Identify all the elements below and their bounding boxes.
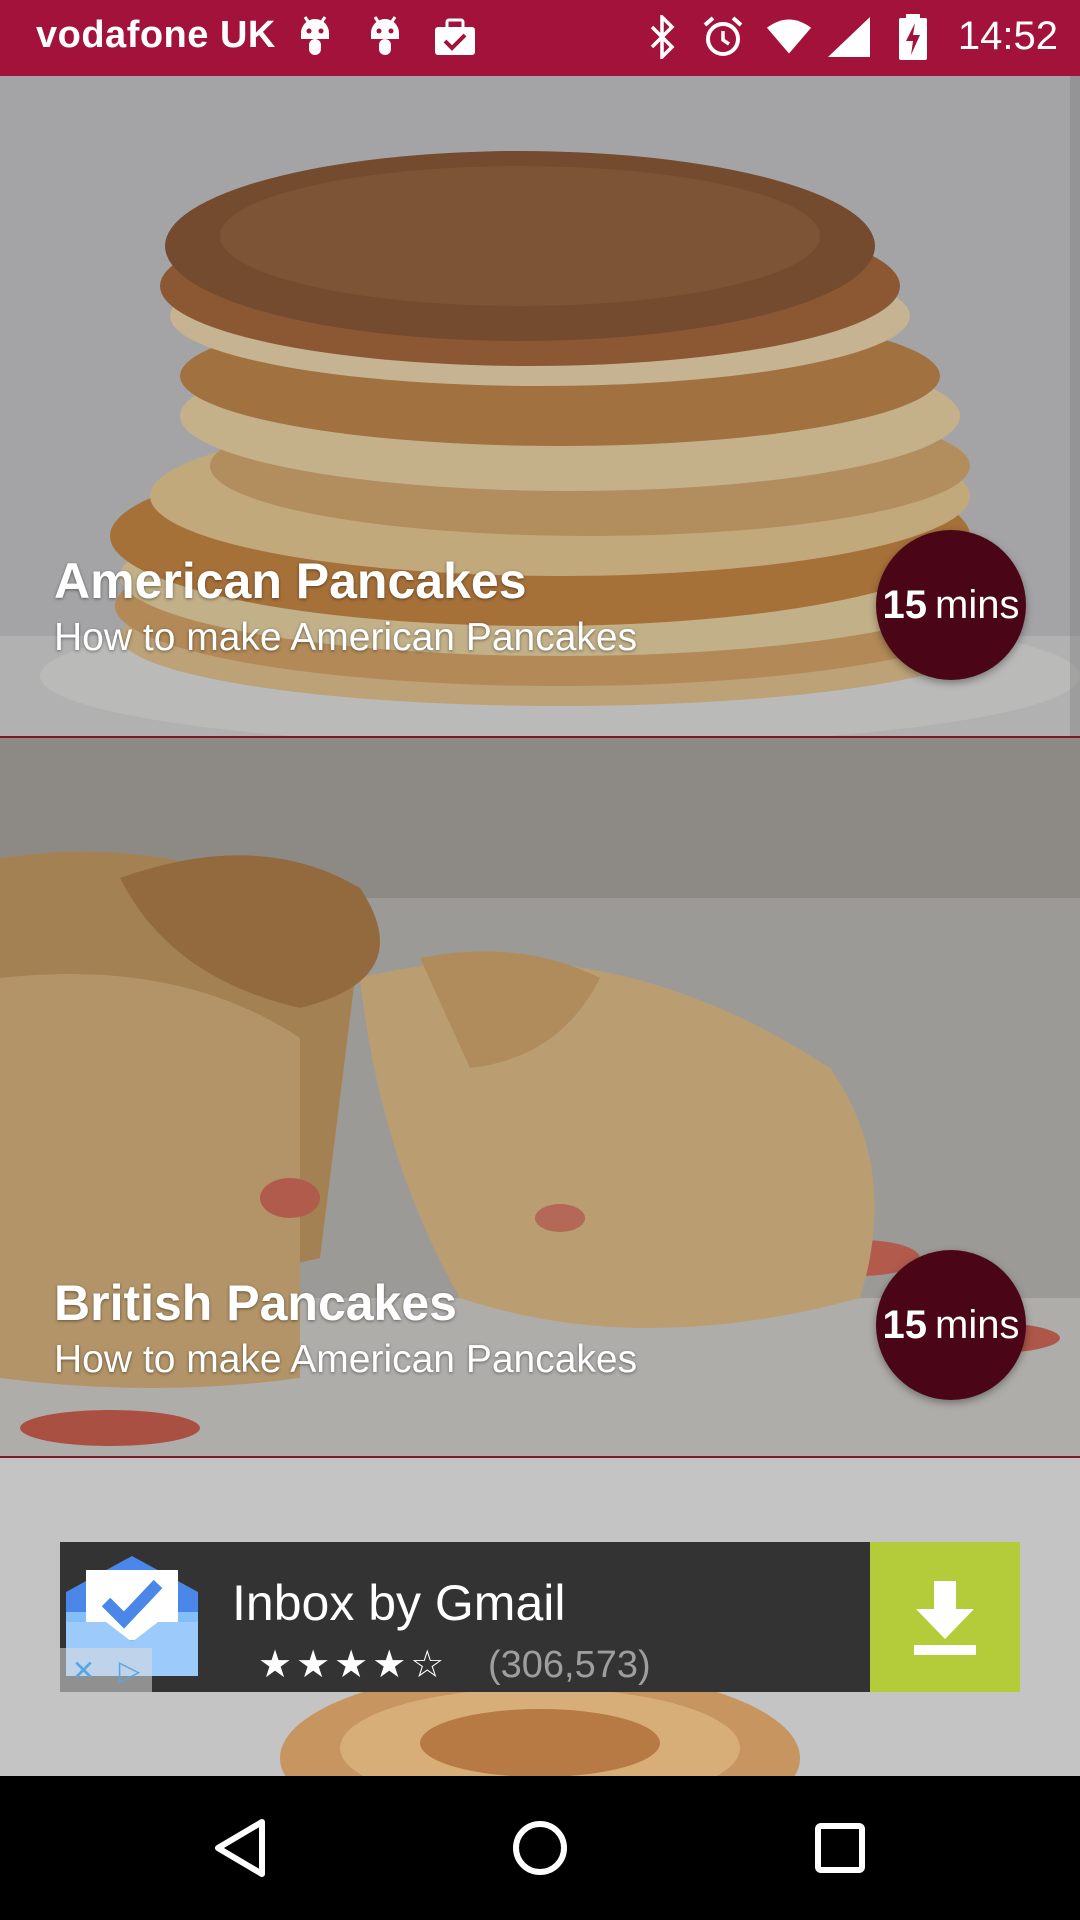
scrollbar-thumb (1070, 76, 1080, 736)
time-badge: 15 mins (876, 530, 1026, 680)
ad-banner[interactable]: ✕ ▷ Inbox by Gmail ★★★★☆ (306,573) (60, 1542, 1020, 1692)
adchoices-icon[interactable]: ▷ (119, 1654, 141, 1687)
ad-title[interactable]: Inbox by Gmail (232, 1574, 565, 1632)
battery-charging-icon (890, 14, 936, 60)
ad-rating-count: (306,573) (488, 1644, 651, 1686)
wifi-icon (766, 14, 812, 60)
clock: 14:52 (957, 14, 1058, 58)
carrier-name: vodafone UK (36, 14, 276, 56)
time-unit: mins (935, 1302, 1020, 1347)
bluetooth-icon (640, 14, 686, 60)
download-button[interactable] (870, 1542, 1020, 1692)
adchoices-badge[interactable]: ✕ ▷ (60, 1648, 152, 1692)
alarm-icon (700, 14, 746, 60)
recipe-subtitle: How to make American Pancakes (54, 616, 638, 659)
recipe-title: British Pancakes (54, 1275, 457, 1331)
home-button[interactable] (498, 1806, 582, 1890)
time-badge: 15 mins (876, 1250, 1026, 1400)
android-icon (292, 14, 338, 60)
recipe-card-british-pancakes[interactable]: British Pancakes How to make American Pa… (0, 738, 1080, 1458)
close-icon[interactable]: ✕ (72, 1654, 95, 1687)
status-bar: vodafone UK 14:52 (0, 0, 1080, 76)
back-icon (215, 1819, 265, 1877)
recents-button[interactable] (798, 1806, 882, 1890)
time-unit: mins (935, 582, 1020, 627)
signal-icon (826, 14, 872, 60)
time-value: 15 (882, 582, 928, 627)
navigation-bar (0, 1776, 1080, 1920)
back-button[interactable] (198, 1806, 282, 1890)
briefcase-check-icon (432, 14, 478, 60)
download-icon (914, 1581, 976, 1655)
recents-icon (815, 1823, 865, 1873)
recipe-title: American Pancakes (54, 553, 527, 609)
android-icon (362, 14, 408, 60)
home-icon (513, 1821, 567, 1875)
ad-rating-stars: ★★★★☆ (258, 1644, 449, 1686)
recipe-card-american-pancakes[interactable]: American Pancakes How to make American P… (0, 76, 1080, 738)
time-value: 15 (882, 1302, 928, 1347)
recipe-subtitle: How to make American Pancakes (54, 1338, 638, 1381)
